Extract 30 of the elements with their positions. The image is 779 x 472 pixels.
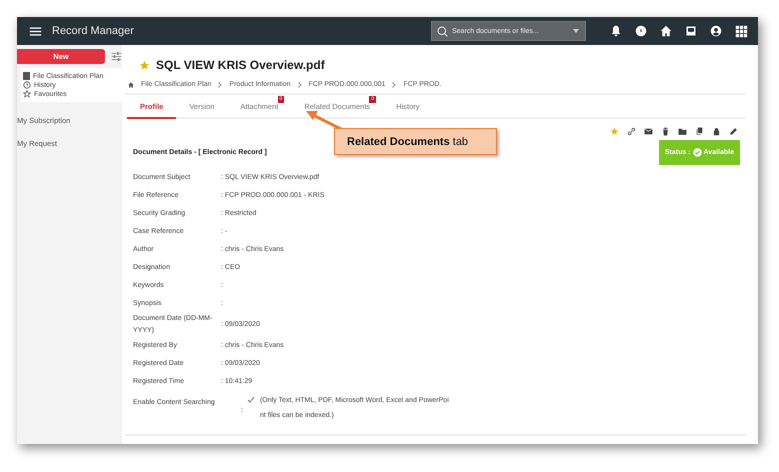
folder-icon[interactable] [678,127,687,136]
pencil-icon[interactable] [729,127,738,136]
checkbox[interactable] [246,395,256,404]
chevron-right-icon [298,82,302,88]
favourite-star-icon[interactable] [139,60,150,70]
mail-icon[interactable] [644,127,653,136]
home-icon[interactable] [660,25,672,37]
chevron-right-icon [392,82,396,88]
app-title: Record Manager [52,25,134,37]
link-icon[interactable] [627,127,636,136]
book-icon [23,72,30,80]
gauge-icon[interactable] [635,25,647,37]
callout-note: Related Documents tab [347,136,468,148]
document-title: SQL VIEW KRIS Overview.pdf [156,58,325,72]
check-circle-icon [692,148,702,157]
favourite-star-icon[interactable] [610,127,619,136]
copy-icon[interactable] [695,127,704,136]
filter-sliders-icon[interactable] [111,51,122,62]
inbox-icon[interactable] [685,25,697,37]
star-outline-icon [23,90,31,98]
menu-icon[interactable] [29,24,42,38]
caret-icon [573,29,579,33]
chevron-right-icon [218,82,222,88]
search-icon [437,26,448,36]
bell-icon[interactable] [610,25,622,37]
clock-icon [23,81,31,89]
trash-icon[interactable] [661,127,670,136]
apps-grid-icon[interactable] [735,24,748,38]
lock-icon[interactable] [712,127,721,136]
home-icon[interactable] [128,82,134,88]
